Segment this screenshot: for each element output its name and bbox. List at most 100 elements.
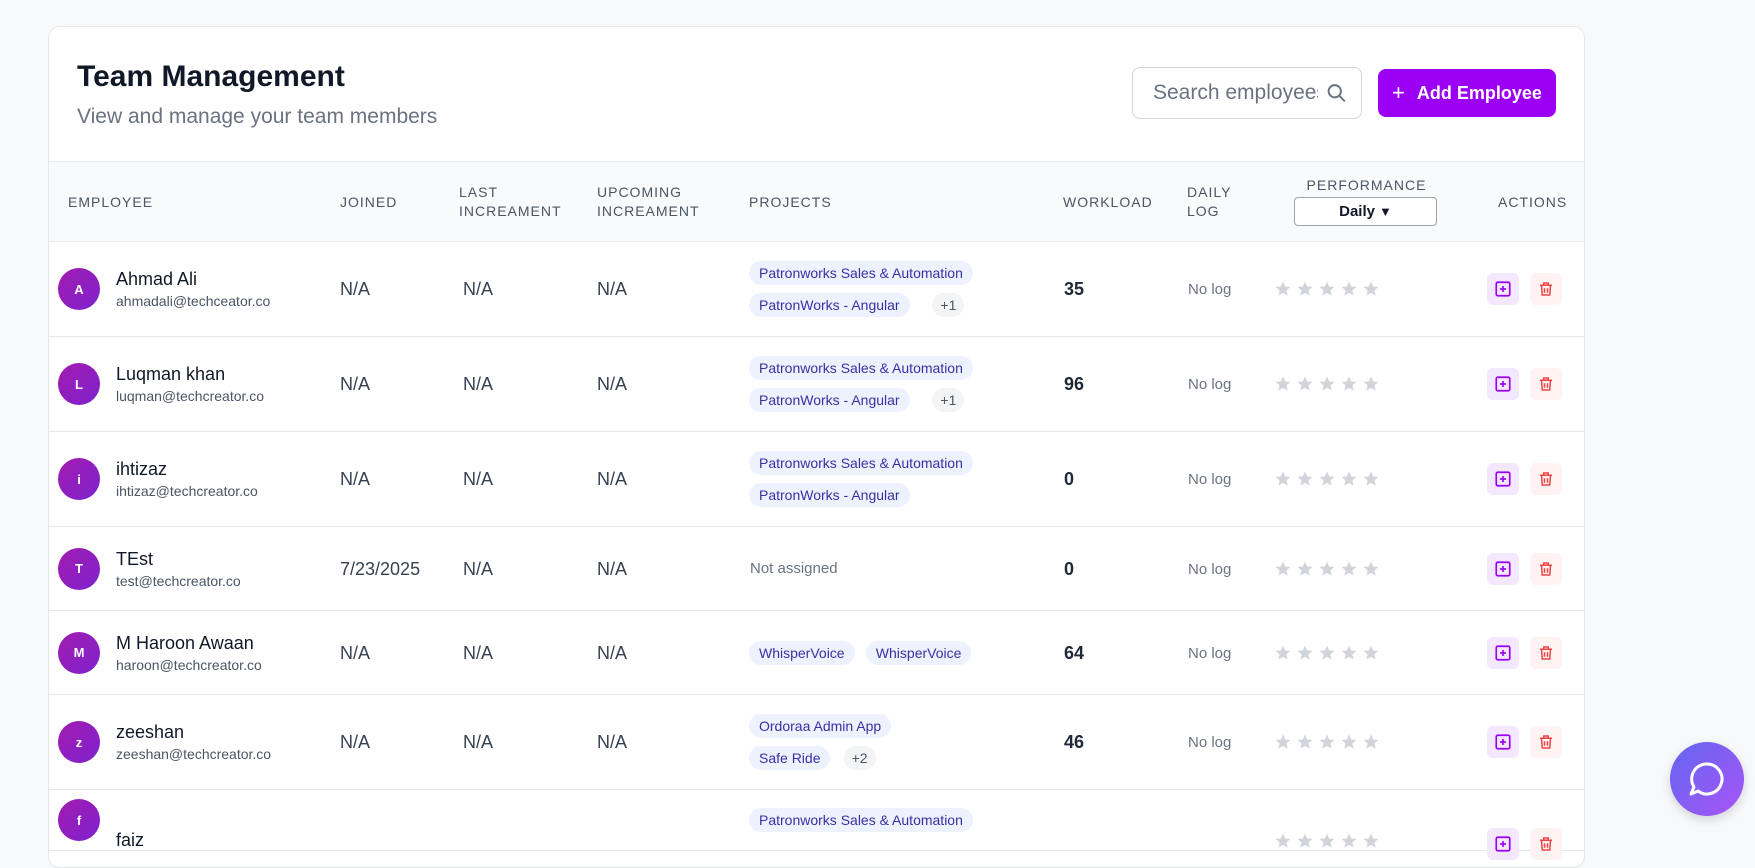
project-chip[interactable]: Safe Ride [749, 746, 831, 770]
page-subtitle: View and manage your team members [77, 105, 438, 128]
star-icon[interactable] [1362, 832, 1380, 850]
view-employee-button[interactable] [1487, 726, 1519, 758]
star-icon[interactable] [1296, 280, 1314, 298]
star-icon[interactable] [1274, 832, 1292, 850]
star-icon[interactable] [1362, 733, 1380, 751]
star-icon[interactable] [1296, 470, 1314, 488]
table-row[interactable]: M M Haroon Awaan haroon@techcreator.co N/A N… [49, 611, 1584, 695]
project-chip[interactable]: PatronWorks - Angular [749, 293, 910, 317]
employee-name[interactable]: ihtizaz [116, 459, 167, 480]
performance-rating[interactable] [1274, 280, 1380, 298]
star-icon[interactable] [1362, 644, 1380, 662]
view-employee-button[interactable] [1487, 273, 1519, 305]
project-chip[interactable]: Patronworks Sales & Automation [749, 451, 973, 475]
employee-name[interactable]: faiz [116, 830, 144, 851]
star-icon[interactable] [1274, 560, 1292, 578]
performance-rating[interactable] [1274, 644, 1380, 662]
star-icon[interactable] [1274, 733, 1292, 751]
star-icon[interactable] [1296, 733, 1314, 751]
chat-button[interactable] [1670, 742, 1744, 816]
last-increment: N/A [463, 642, 494, 663]
view-employee-button[interactable] [1487, 552, 1519, 585]
delete-employee-button[interactable] [1530, 463, 1562, 495]
delete-employee-button[interactable] [1530, 828, 1562, 860]
project-chip[interactable]: PatronWorks - Angular [749, 483, 910, 507]
project-chip[interactable]: Ordoraa Admin App [749, 714, 892, 738]
star-icon[interactable] [1318, 375, 1336, 393]
employee-name[interactable]: M Haroon Awaan [116, 633, 254, 654]
project-more-chip[interactable]: +2 [843, 746, 876, 770]
view-employee-button[interactable] [1487, 463, 1519, 495]
table-row[interactable]: i ihtizaz ihtizaz@techcreator.co N/A N/A N/A P… [49, 432, 1584, 527]
table-row[interactable]: L Luqman khan luqman@techcreator.co N/A N/A N… [49, 337, 1584, 432]
star-icon[interactable] [1340, 644, 1358, 662]
star-icon[interactable] [1318, 560, 1336, 578]
employee-name[interactable]: Ahmad Ali [116, 269, 197, 290]
column-last-increment-line1: LAST [459, 184, 499, 200]
project-chip[interactable]: WhisperVoice [749, 640, 855, 665]
delete-employee-button[interactable] [1530, 726, 1562, 758]
performance-rating[interactable] [1274, 560, 1380, 578]
star-icon[interactable] [1362, 560, 1380, 578]
star-icon[interactable] [1340, 733, 1358, 751]
table-row[interactable]: f faiz Patronworks Sales & Automation [49, 790, 1584, 860]
delete-employee-button[interactable] [1530, 273, 1562, 305]
delete-employee-button[interactable] [1530, 552, 1562, 585]
performance-rating[interactable] [1274, 733, 1380, 751]
column-employee: EMPLOYEE [68, 194, 154, 210]
search-icon[interactable] [1326, 82, 1347, 104]
search-input[interactable] [1153, 81, 1318, 105]
projects-empty: Not assigned [750, 559, 838, 577]
project-chip[interactable]: Patronworks Sales & Automation [749, 808, 973, 832]
star-icon[interactable] [1274, 470, 1292, 488]
upcoming-increment: N/A [597, 642, 628, 663]
project-more-chip[interactable]: +1 [932, 293, 965, 317]
star-icon[interactable] [1296, 375, 1314, 393]
star-icon[interactable] [1362, 375, 1380, 393]
star-icon[interactable] [1296, 832, 1314, 850]
star-icon[interactable] [1318, 280, 1336, 298]
star-icon[interactable] [1318, 644, 1336, 662]
employee-name[interactable]: zeeshan [116, 722, 184, 743]
star-icon[interactable] [1340, 280, 1358, 298]
star-icon[interactable] [1318, 470, 1336, 488]
star-icon[interactable] [1296, 644, 1314, 662]
star-icon[interactable] [1340, 375, 1358, 393]
column-workload: WORKLOAD [1063, 194, 1153, 210]
add-employee-button[interactable]: + Add Employee [1378, 69, 1556, 117]
trash-icon [1540, 837, 1552, 851]
star-icon[interactable] [1362, 280, 1380, 298]
table-row[interactable]: A Ahmad Ali ahmadali@techceator.co N/A N/A N/… [49, 242, 1584, 337]
performance-rating[interactable] [1274, 375, 1380, 393]
star-icon[interactable] [1340, 832, 1358, 850]
performance-period-select[interactable]: Daily ▼ [1294, 197, 1437, 226]
project-chip[interactable]: WhisperVoice [865, 640, 972, 665]
star-icon[interactable] [1274, 375, 1292, 393]
project-chip[interactable]: Patronworks Sales & Automation [749, 356, 973, 380]
performance-rating[interactable] [1274, 470, 1380, 488]
delete-employee-button[interactable] [1530, 636, 1562, 669]
table-row[interactable]: z zeeshan zeeshan@techcreator.co N/A N/A N/A O… [49, 695, 1584, 790]
view-employee-button[interactable] [1487, 828, 1519, 860]
star-icon[interactable] [1296, 560, 1314, 578]
table-row[interactable]: T TEst test@techcreator.co 7/23/2025 N/A N/A N… [49, 527, 1584, 611]
star-icon[interactable] [1318, 733, 1336, 751]
column-actions: ACTIONS [1498, 194, 1568, 210]
employee-email: luqman@techcreator.co [116, 388, 265, 404]
delete-employee-button[interactable] [1530, 368, 1562, 400]
view-employee-button[interactable] [1487, 368, 1519, 400]
column-upcoming-increment-line1: UPCOMING [597, 184, 682, 200]
star-icon[interactable] [1274, 280, 1292, 298]
employee-name[interactable]: TEst [116, 549, 153, 570]
employee-name[interactable]: Luqman khan [116, 364, 225, 385]
star-icon[interactable] [1340, 560, 1358, 578]
performance-rating[interactable] [1274, 832, 1380, 850]
view-employee-button[interactable] [1487, 636, 1519, 669]
star-icon[interactable] [1318, 832, 1336, 850]
project-more-chip[interactable]: +1 [932, 388, 965, 412]
project-chip[interactable]: Patronworks Sales & Automation [749, 261, 973, 285]
project-chip[interactable]: PatronWorks - Angular [749, 388, 910, 412]
star-icon[interactable] [1362, 470, 1380, 488]
star-icon[interactable] [1340, 470, 1358, 488]
star-icon[interactable] [1274, 644, 1292, 662]
